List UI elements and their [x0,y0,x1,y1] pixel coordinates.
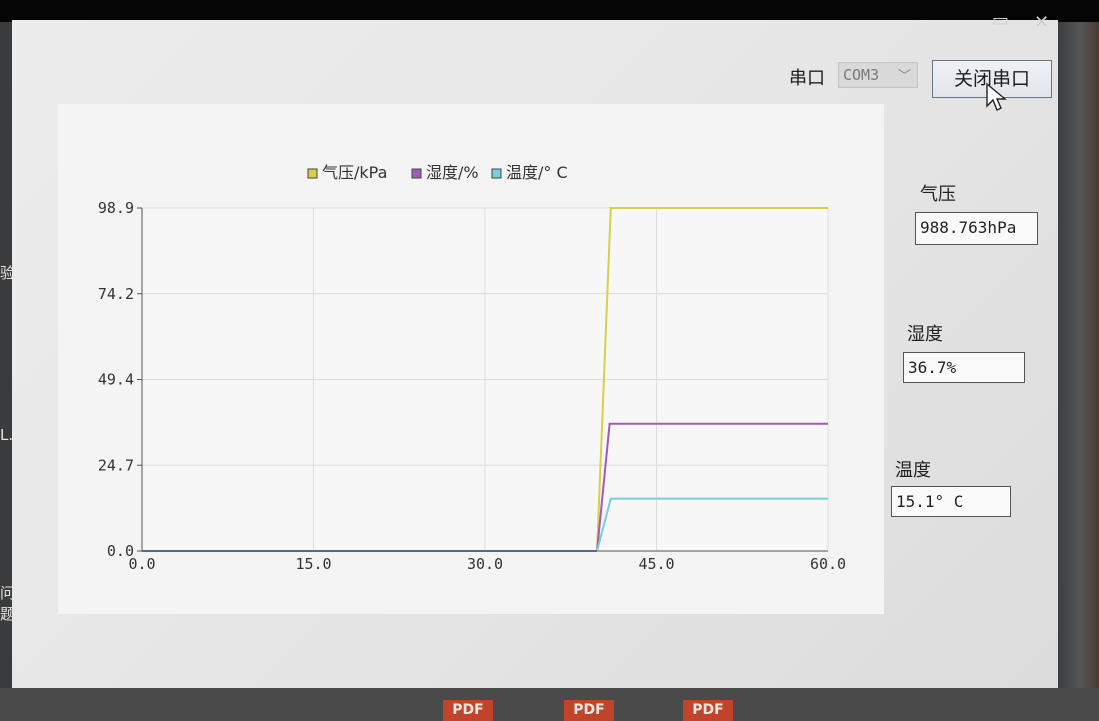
mouse-cursor-icon [986,82,1007,111]
y-tick-label: 74.2 [98,285,134,303]
y-tick-label: 98.9 [98,199,134,217]
taskbar [0,688,1099,721]
legend-label: 温度/° C [506,163,568,182]
humidity-label: 湿度 [907,324,943,345]
x-tick-label: 45.0 [638,555,674,573]
temperature-label: 温度 [895,460,931,481]
pdf-icon[interactable]: PDF [443,700,493,721]
legend-marker [491,168,502,179]
legend-marker [307,168,318,179]
temperature-field[interactable]: 15.1° C [891,486,1011,517]
serial-port-select[interactable]: COM3 ﹀ [838,62,918,88]
y-tick-label: 24.7 [98,456,134,474]
top-black-bar [0,0,1099,22]
legend-marker [411,168,422,179]
legend-label: 湿度/% [426,163,479,182]
legend-label: 气压/kPa [322,163,387,182]
pdf-icon[interactable]: PDF [683,700,733,721]
y-tick-label: 49.4 [98,371,134,389]
sensor-line-chart: 0.0 15.0 30.0 45.0 60.00.024.749.474.298.9气压… [98,163,846,573]
x-tick-label: 15.0 [295,555,331,573]
pressure-label: 气压 [920,184,956,205]
pressure-field[interactable]: 988.763hPa [915,212,1038,245]
serial-monitor-window: ▭ ✕ 串口 COM3 ﹀ 关闭串口 0.0 15.0 30.0 45.0 60.0 0.… [12,10,1058,688]
background-right-strip [1058,22,1099,721]
x-tick-label: 60.0 [810,555,846,573]
serial-port-label: 串口 [789,68,825,89]
chart-panel: 0.0 15.0 30.0 45.0 60.0 0.0 24.7 49.4 74.2 98.9 气压… [58,104,884,614]
chevron-down-icon: ﹀ [897,69,911,84]
y-tick-label: 0.0 [107,542,134,560]
serial-port-value: COM3 [843,66,880,84]
pdf-icon[interactable]: PDF [564,700,614,721]
maximize-icon[interactable]: ▭ [992,10,1009,31]
x-tick-label: 30.0 [467,555,503,573]
close-window-icon[interactable]: ✕ [1034,12,1049,33]
humidity-field[interactable]: 36.7% [903,352,1025,383]
